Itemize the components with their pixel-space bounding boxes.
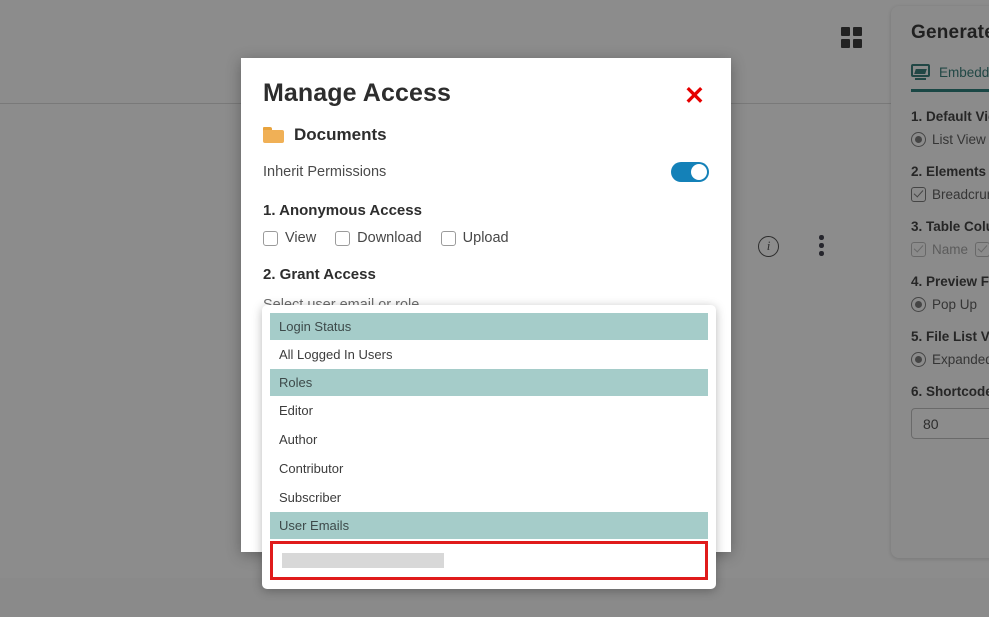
dialog-header: Manage Access ✕ bbox=[263, 79, 709, 111]
checkbox-label: View bbox=[285, 230, 317, 246]
user-role-dropdown: Login Status All Logged In Users Roles E… bbox=[262, 305, 716, 589]
folder-icon bbox=[263, 127, 284, 143]
anonymous-access-permissions: View Download Upload bbox=[263, 230, 709, 246]
folder-name: Documents bbox=[294, 125, 387, 144]
dropdown-item-all-logged-in-users[interactable]: All Logged In Users bbox=[270, 340, 708, 369]
page-title: Manage Access bbox=[263, 79, 451, 107]
inherit-permissions-toggle[interactable] bbox=[671, 162, 709, 182]
toggle-knob bbox=[691, 164, 707, 180]
redacted-value bbox=[282, 553, 444, 568]
dropdown-item-subscriber[interactable]: Subscriber bbox=[270, 483, 708, 512]
checkbox-download[interactable]: Download bbox=[335, 230, 422, 246]
checkbox-unchecked-icon bbox=[335, 230, 351, 246]
checkbox-label: Upload bbox=[462, 230, 509, 246]
checkbox-upload[interactable]: Upload bbox=[440, 230, 509, 246]
dropdown-item-editor[interactable]: Editor bbox=[270, 396, 708, 425]
close-icon[interactable]: ✕ bbox=[680, 82, 709, 111]
app-screen: i Generate S Embedde 1. Default Vie L bbox=[0, 0, 989, 617]
folder-breadcrumb: Documents bbox=[263, 125, 709, 145]
inherit-permissions-row: Inherit Permissions bbox=[263, 162, 709, 182]
dropdown-group-header-login-status: Login Status bbox=[270, 313, 708, 340]
dropdown-group-header-roles: Roles bbox=[270, 369, 708, 396]
dropdown-item-redacted-email[interactable] bbox=[270, 541, 708, 580]
checkbox-label: Download bbox=[357, 230, 422, 246]
checkbox-unchecked-icon bbox=[263, 230, 278, 246]
section-title-grant-access: 2. Grant Access bbox=[263, 266, 376, 283]
dropdown-group-header-user-emails: User Emails bbox=[270, 512, 708, 539]
dropdown-item-contributor[interactable]: Contributor bbox=[270, 454, 708, 483]
section-title-anonymous-access: 1. Anonymous Access bbox=[263, 202, 422, 219]
checkbox-unchecked-icon bbox=[440, 230, 456, 246]
inherit-permissions-label: Inherit Permissions bbox=[263, 164, 387, 180]
dropdown-item-author[interactable]: Author bbox=[270, 425, 708, 454]
checkbox-view[interactable]: View bbox=[263, 230, 316, 246]
